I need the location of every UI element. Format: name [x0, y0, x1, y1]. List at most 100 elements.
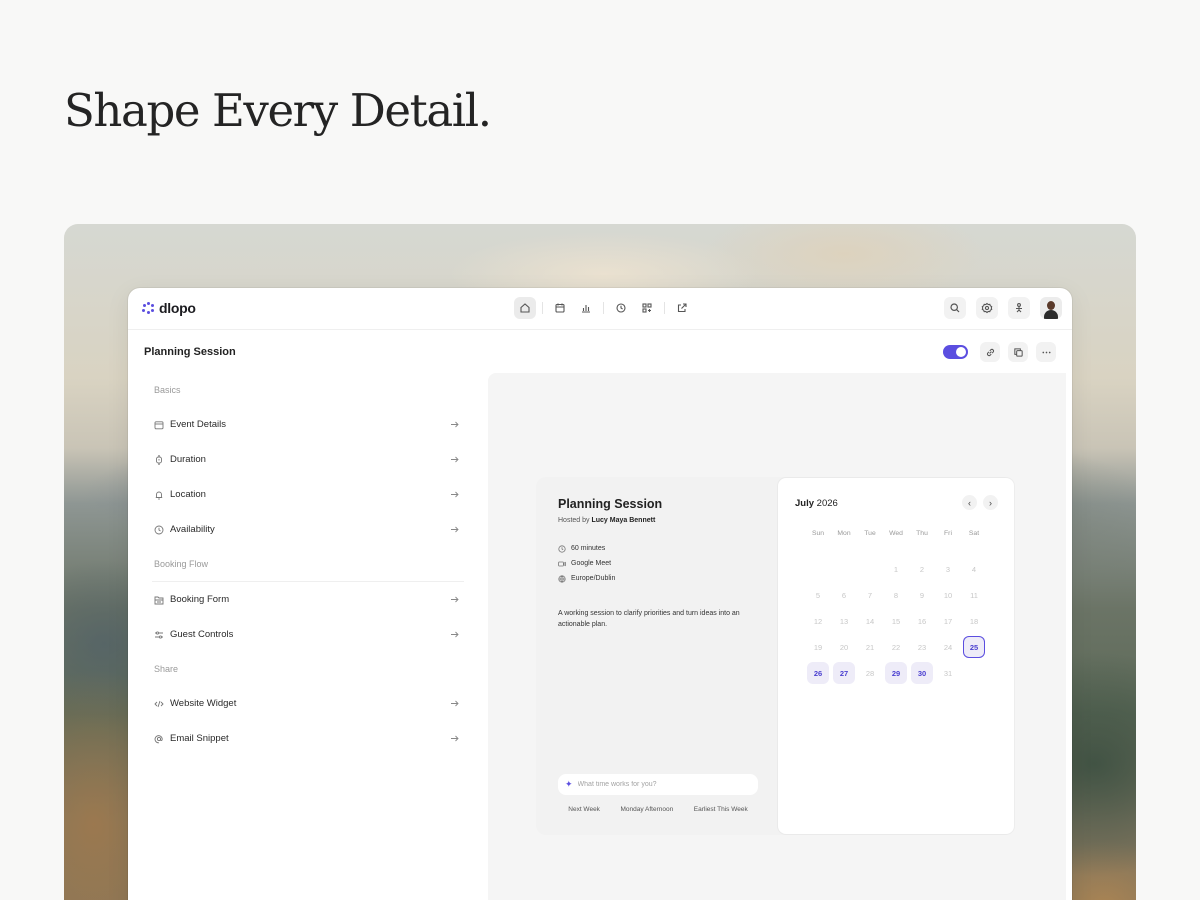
- main-nav: [514, 297, 693, 319]
- host-line: Hosted by Lucy Maya Bennett: [558, 517, 758, 524]
- calendar-day-available[interactable]: 26: [807, 662, 829, 684]
- sidebar-item-booking-form[interactable]: Booking Form: [144, 582, 464, 617]
- calendar-day-available[interactable]: 30: [911, 662, 933, 684]
- header-actions: [943, 342, 1056, 362]
- calendar-day-selected[interactable]: 25: [963, 636, 985, 658]
- calendar-day: 15: [891, 616, 901, 626]
- sidebar-item-label: Booking Form: [170, 594, 230, 605]
- calendar-day: 12: [813, 616, 823, 626]
- calendar-year: 2026: [816, 498, 838, 509]
- sidebar-item-label: Guest Controls: [170, 629, 234, 640]
- logo-text: dlopo: [159, 300, 196, 316]
- calendar-day: 11: [970, 590, 978, 600]
- weekday-label: Tue: [864, 530, 876, 537]
- calendar-day: 5: [815, 590, 821, 600]
- calendar-day: 31: [943, 668, 953, 678]
- home-icon[interactable]: [514, 297, 536, 319]
- host-prefix: Hosted by: [558, 517, 590, 524]
- date-picker: July 2026 ‹ › Sun Mon Tue Wed Thu Fri Sa…: [778, 478, 1014, 834]
- arrow-right-icon: [449, 594, 460, 605]
- enable-toggle[interactable]: [943, 345, 968, 359]
- calendar-day-available[interactable]: 29: [885, 662, 907, 684]
- calendar-icon: [154, 420, 164, 430]
- watch-icon: [154, 454, 164, 465]
- meta-text: Google Meet: [571, 560, 612, 567]
- at-icon: [154, 734, 164, 744]
- calendar-day: 18: [969, 616, 979, 626]
- share-icon[interactable]: [1008, 297, 1030, 319]
- suggestion-chip[interactable]: Earliest This Week: [694, 806, 748, 813]
- avatar[interactable]: [1040, 297, 1062, 319]
- ai-time-input[interactable]: ✦: [558, 774, 758, 795]
- sidebar-item-website-widget[interactable]: Website Widget: [144, 686, 464, 721]
- settings-icon[interactable]: [976, 297, 998, 319]
- suggestion-chips: Next Week Monday Afternoon Earliest This…: [558, 806, 758, 813]
- calendar-day-available[interactable]: 27: [833, 662, 855, 684]
- calendar-day: 20: [839, 642, 849, 652]
- copy-icon[interactable]: [1008, 342, 1028, 362]
- sidebar-item-availability[interactable]: Availability: [144, 512, 464, 547]
- calendar-navigation: ‹ ›: [962, 495, 998, 510]
- sidebar-item-label: Availability: [170, 524, 215, 535]
- time-query-input[interactable]: [577, 781, 748, 788]
- arrow-right-icon: [449, 733, 460, 744]
- chart-icon[interactable]: [575, 297, 597, 319]
- logo-icon: [142, 302, 154, 314]
- chevron-left-icon[interactable]: ‹: [962, 495, 977, 510]
- weekday-label: Mon: [837, 530, 851, 537]
- sidebar-item-duration[interactable]: Duration: [144, 442, 464, 477]
- arrow-right-icon: [449, 629, 460, 640]
- calendar-day: 19: [813, 642, 823, 652]
- event-title: Planning Session: [558, 497, 663, 511]
- arrow-right-icon: [449, 454, 460, 465]
- code-icon: [154, 699, 164, 709]
- sidebar-item-email-snippet[interactable]: Email Snippet: [144, 721, 464, 756]
- sidebar-item-label: Duration: [170, 454, 206, 465]
- meta-location: Google Meet: [558, 556, 758, 571]
- calendar-day: 22: [891, 642, 901, 652]
- clock-icon[interactable]: [610, 297, 632, 319]
- section-label-basics: Basics: [154, 385, 181, 395]
- sliders-icon: [154, 630, 164, 640]
- app-window: dlopo Planning Session Basics Event Deta…: [128, 288, 1072, 900]
- arrow-right-icon: [449, 524, 460, 535]
- weekday-label: Sat: [968, 530, 980, 537]
- calendar-day: 10: [943, 590, 953, 600]
- sidebar-item-location[interactable]: Location: [144, 477, 464, 512]
- booking-preview: Planning Session Hosted by Lucy Maya Ben…: [488, 373, 1066, 900]
- more-icon[interactable]: [1036, 342, 1056, 362]
- calendar-day: 13: [839, 616, 849, 626]
- calendar-month: July: [795, 498, 815, 509]
- external-link-icon[interactable]: [671, 297, 693, 319]
- suggestion-chip[interactable]: Monday Afternoon: [620, 806, 673, 813]
- sidebar-item-label: Location: [170, 489, 206, 500]
- sidebar-item-guest-controls[interactable]: Guest Controls: [144, 617, 464, 652]
- search-icon[interactable]: [944, 297, 966, 319]
- suggestion-chip[interactable]: Next Week: [568, 806, 600, 813]
- calendar-day: 1: [893, 564, 899, 574]
- sidebar-item-label: Email Snippet: [170, 733, 229, 744]
- sidebar-item-event-details[interactable]: Event Details: [144, 407, 464, 442]
- chevron-right-icon[interactable]: ›: [983, 495, 998, 510]
- weekday-header: Sun Mon Tue Wed Thu Fri Sat: [805, 530, 987, 537]
- arrow-right-icon: [449, 419, 460, 430]
- nav-divider: [664, 302, 665, 314]
- page-header: Planning Session: [128, 331, 1072, 373]
- calendar-day: 16: [917, 616, 927, 626]
- link-icon[interactable]: [980, 342, 1000, 362]
- calendar-day: 6: [841, 590, 847, 600]
- calendar-day: 8: [893, 590, 899, 600]
- host-name: Lucy Maya Bennett: [591, 517, 656, 524]
- globe-icon: [558, 574, 566, 583]
- meta-duration: 60 minutes: [558, 541, 758, 556]
- meta-text: Europe/Dublin: [571, 575, 616, 582]
- form-icon: [154, 595, 164, 605]
- event-info: Planning Session Hosted by Lucy Maya Ben…: [558, 497, 758, 630]
- calendar-blank: [857, 556, 883, 582]
- logo[interactable]: dlopo: [142, 300, 196, 316]
- calendar-icon[interactable]: [549, 297, 571, 319]
- arrow-right-icon: [449, 698, 460, 709]
- section-label-share: Share: [154, 664, 179, 674]
- apps-icon[interactable]: [636, 297, 658, 319]
- calendar-day: 7: [867, 590, 873, 600]
